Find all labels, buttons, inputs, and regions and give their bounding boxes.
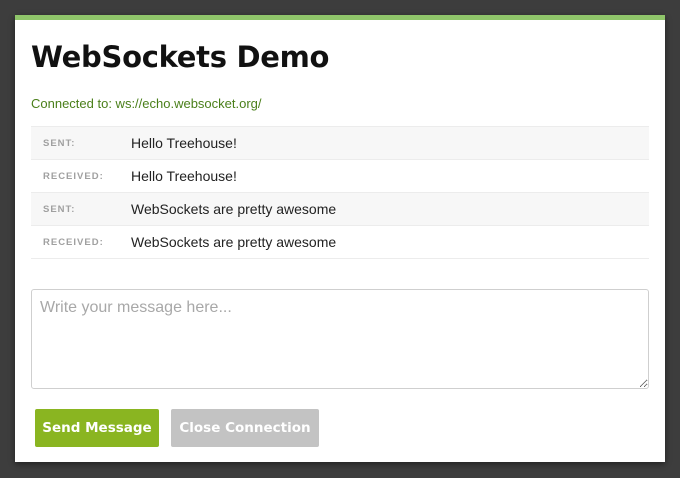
- message-type-label: RECEIVED:: [43, 236, 104, 248]
- message-text: Hello Treehouse!: [131, 168, 237, 184]
- page-title: WebSockets Demo: [31, 40, 330, 74]
- message-row: SENT: WebSockets are pretty awesome: [31, 192, 649, 225]
- message-text: WebSockets are pretty awesome: [131, 201, 337, 217]
- message-row: SENT: Hello Treehouse!: [31, 126, 649, 159]
- message-type-label: SENT:: [43, 137, 76, 149]
- message-type-label: RECEIVED:: [43, 170, 104, 182]
- message-row: RECEIVED: Hello Treehouse!: [31, 159, 649, 192]
- connection-status: Connected to: ws://echo.websocket.org/: [31, 96, 262, 111]
- message-type-label: SENT:: [43, 203, 76, 215]
- send-message-button[interactable]: Send Message: [35, 409, 159, 447]
- message-text: WebSockets are pretty awesome: [131, 234, 337, 250]
- message-row: RECEIVED: WebSockets are pretty awesome: [31, 225, 649, 259]
- close-connection-button[interactable]: Close Connection: [171, 409, 319, 447]
- message-list: SENT: Hello Treehouse! RECEIVED: Hello T…: [31, 126, 649, 259]
- message-text: Hello Treehouse!: [131, 135, 237, 151]
- message-input[interactable]: [31, 289, 649, 389]
- demo-card: WebSockets Demo Connected to: ws://echo.…: [15, 15, 665, 462]
